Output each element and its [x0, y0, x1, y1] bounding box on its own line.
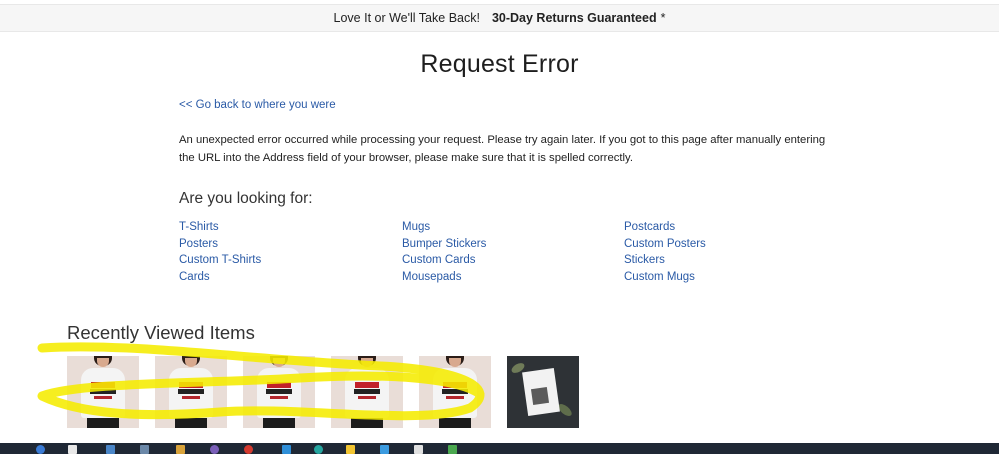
suggestion-column-3: Postcards Custom Posters Stickers Custom…: [624, 219, 824, 285]
suggestion-link-custom-t-shirts[interactable]: Custom T-Shirts: [179, 254, 261, 266]
back-link[interactable]: << Go back to where you were: [179, 99, 336, 111]
suggestion-link-custom-mugs[interactable]: Custom Mugs: [624, 271, 695, 283]
promo-returns-guarantee[interactable]: 30-Day Returns Guaranteed: [492, 11, 657, 25]
recent-item-thumbnail[interactable]: [243, 356, 315, 428]
os-taskbar: [0, 443, 999, 454]
taskbar-app-icon[interactable]: [282, 445, 291, 454]
suggestion-link-t-shirts[interactable]: T-Shirts: [179, 221, 219, 233]
taskbar-app-icon[interactable]: [140, 445, 149, 454]
taskbar-app-icon[interactable]: [414, 445, 423, 454]
suggestion-column-2: Mugs Bumper Stickers Custom Cards Mousep…: [402, 219, 602, 285]
suggestion-link-mugs[interactable]: Mugs: [402, 221, 430, 233]
taskbar-app-icon[interactable]: [176, 445, 185, 454]
promo-bar: Love It or We'll Take Back! 30-Day Retur…: [0, 4, 999, 32]
suggestion-link-bumper-stickers[interactable]: Bumper Stickers: [402, 238, 486, 250]
suggestion-link-custom-posters[interactable]: Custom Posters: [624, 238, 706, 250]
recent-item-thumbnail[interactable]: [67, 356, 139, 428]
recently-viewed-title: Recently Viewed Items: [67, 322, 255, 343]
taskbar-app-icon[interactable]: [36, 445, 45, 454]
looking-for-title: Are you looking for:: [179, 190, 313, 207]
recent-item-thumbnail[interactable]: [155, 356, 227, 428]
promo-text: Love It or We'll Take Back!: [333, 11, 480, 25]
taskbar-app-icon[interactable]: [106, 445, 115, 454]
taskbar-app-icon[interactable]: [314, 445, 323, 454]
taskbar-app-icon[interactable]: [68, 445, 77, 454]
suggestion-column-1: T-Shirts Posters Custom T-Shirts Cards: [179, 219, 379, 285]
recent-item-thumbnail-card[interactable]: [507, 356, 579, 428]
recent-item-thumbnail[interactable]: [419, 356, 491, 428]
taskbar-app-icon[interactable]: [448, 445, 457, 454]
taskbar-app-icon[interactable]: [244, 445, 253, 454]
suggestion-link-posters[interactable]: Posters: [179, 238, 218, 250]
taskbar-app-icon[interactable]: [346, 445, 355, 454]
page: Love It or We'll Take Back! 30-Day Retur…: [0, 0, 999, 454]
error-message: An unexpected error occurred while proce…: [179, 134, 826, 164]
taskbar-app-icon[interactable]: [210, 445, 219, 454]
suggestion-link-mousepads[interactable]: Mousepads: [402, 271, 461, 283]
taskbar-app-icon[interactable]: [380, 445, 389, 454]
suggestion-link-cards[interactable]: Cards: [179, 271, 210, 283]
suggestion-link-postcards[interactable]: Postcards: [624, 221, 675, 233]
suggestion-link-custom-cards[interactable]: Custom Cards: [402, 254, 476, 266]
recently-viewed-list: [0, 356, 999, 428]
promo-asterisk: *: [660, 11, 666, 25]
suggestion-link-stickers[interactable]: Stickers: [624, 254, 665, 266]
recent-item-thumbnail[interactable]: [331, 356, 403, 428]
page-title: Request Error: [420, 50, 579, 78]
